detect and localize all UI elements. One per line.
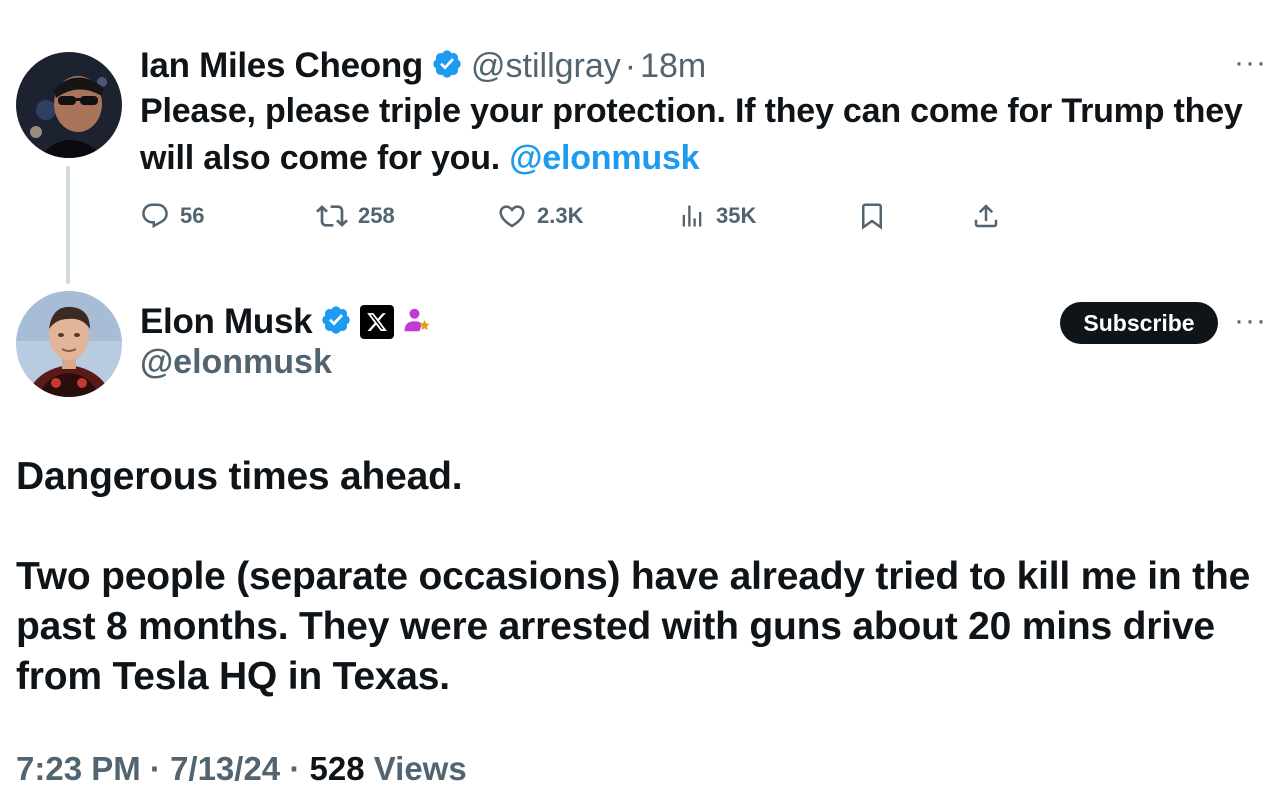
- subscribe-button[interactable]: Subscribe: [1060, 302, 1218, 344]
- reply-count: 56: [180, 203, 205, 228]
- like-count: 2.3K: [537, 203, 584, 228]
- reply-author-name[interactable]: Ian Miles Cheong: [140, 46, 423, 86]
- post-views-label: Views: [373, 750, 467, 787]
- like-button[interactable]: 2.3K: [497, 196, 583, 236]
- reply-button[interactable]: 56: [140, 196, 204, 236]
- bookmark-button[interactable]: [857, 196, 897, 236]
- reply-action-bar: 56 258 2.3K 35K: [0, 196, 1280, 236]
- share-icon: [974, 204, 998, 228]
- share-button[interactable]: [971, 196, 1011, 236]
- reply-author-avatar[interactable]: [16, 52, 122, 158]
- post-paragraph-2: Two people (separate occasions) have alr…: [16, 555, 1251, 698]
- separator-dot: ·: [624, 46, 637, 85]
- post-text: Dangerous times ahead. Two people (separ…: [16, 452, 1266, 702]
- repost-button[interactable]: 258: [316, 196, 395, 236]
- post-paragraph-1: Dangerous times ahead.: [16, 455, 463, 498]
- verified-badge-icon[interactable]: [320, 304, 352, 341]
- repost-count: 258: [358, 203, 395, 228]
- views-count: 35K: [716, 203, 757, 228]
- bookmark-icon: [862, 203, 882, 230]
- post-author-name[interactable]: Elon Musk: [140, 302, 313, 342]
- views-button[interactable]: 35K: [678, 196, 756, 236]
- reply-timestamp[interactable]: 18m: [640, 47, 706, 86]
- reply-icon: [142, 203, 168, 229]
- post-time[interactable]: 7:23 PM: [16, 750, 141, 787]
- reply-header: Ian Miles Cheong @stillgray · 18m: [140, 44, 706, 88]
- reply-author-handle[interactable]: @stillgray: [471, 47, 621, 86]
- reply-text: Please, please triple your protection. I…: [140, 88, 1270, 182]
- verified-badge-icon[interactable]: [431, 48, 463, 85]
- views-icon: [682, 205, 702, 227]
- post-date[interactable]: 7/13/24: [170, 750, 280, 787]
- repost-icon: [316, 205, 348, 227]
- post-author-avatar[interactable]: [16, 291, 122, 397]
- like-icon: [499, 205, 525, 228]
- mention-link[interactable]: @elonmusk: [509, 139, 699, 177]
- post-author-row: Elon Musk: [140, 300, 432, 344]
- affiliate-badge-icon[interactable]: [402, 305, 432, 340]
- post-more-icon[interactable]: ···: [1234, 306, 1267, 336]
- post-meta: 7:23 PM · 7/13/24 · 528 Views: [16, 750, 467, 788]
- x-logo-icon[interactable]: [360, 305, 395, 339]
- separator-dot: ·: [289, 750, 301, 787]
- post-views-count[interactable]: 528: [310, 750, 365, 787]
- reply-more-icon[interactable]: ···: [1234, 48, 1267, 78]
- post-author-handle[interactable]: @elonmusk: [140, 343, 332, 382]
- separator-dot: ·: [149, 750, 161, 787]
